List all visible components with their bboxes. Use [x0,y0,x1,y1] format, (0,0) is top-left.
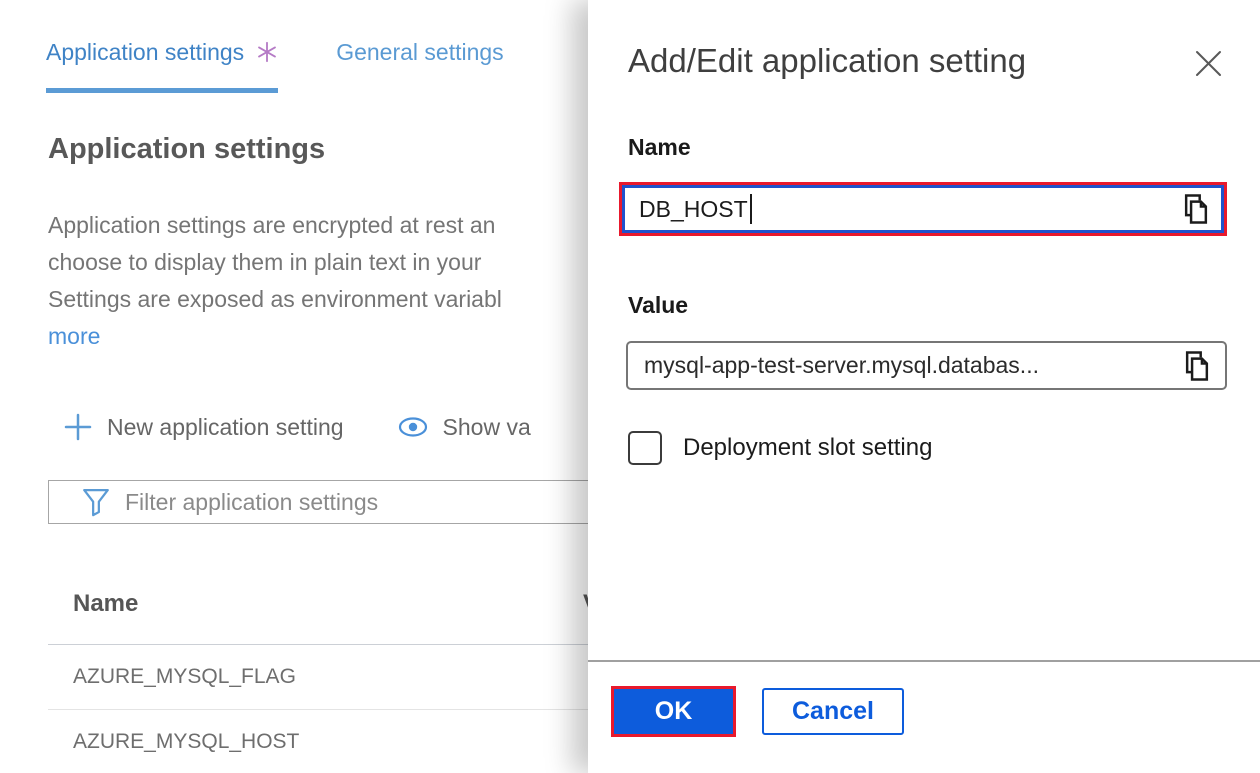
page-title: Application settings [48,133,325,166]
description-line: Settings are exposed as environment vari… [48,281,502,318]
settings-toolbar: New application setting Show va [64,413,531,441]
settings-tabs: Application settings General settings [46,38,504,93]
new-application-setting-button[interactable]: New application setting [64,413,344,441]
new-application-setting-label: New application setting [107,414,344,441]
app-settings-screen: Application settings General settings A [0,0,1260,773]
add-edit-setting-panel: Add/Edit application setting Name DB_HOS… [588,0,1260,773]
name-field-highlight: DB_HOST [619,182,1227,236]
column-header-name: Name [73,590,138,618]
tab-application-settings-label: Application settings [46,38,244,66]
tab-general-settings-label: General settings [336,38,503,66]
deployment-slot-setting-row: Deployment slot setting [628,431,932,465]
value-field-label: Value [628,292,688,319]
copy-name-button[interactable] [1181,193,1211,225]
name-input-value: DB_HOST [639,196,748,223]
cancel-button[interactable]: Cancel [762,688,904,735]
filter-icon [81,487,111,518]
copy-icon [1182,350,1212,382]
panel-title: Add/Edit application setting [628,42,1026,80]
description-line: Application settings are encrypted at re… [48,207,502,244]
name-field-label: Name [628,134,691,161]
plus-icon [64,413,92,441]
panel-footer-buttons: OK Cancel [611,686,904,737]
close-button[interactable] [1195,50,1222,77]
tab-application-settings[interactable]: Application settings [46,38,278,93]
learn-more-link[interactable]: more [48,323,100,349]
unsaved-changes-icon [256,41,278,63]
filter-application-settings-input[interactable] [125,489,505,516]
value-input[interactable]: mysql-app-test-server.mysql.databas... [626,341,1227,390]
copy-icon [1181,193,1211,225]
copy-value-button[interactable] [1182,350,1212,382]
panel-footer-divider [588,660,1260,662]
panel-header: Add/Edit application setting [628,42,1222,80]
deployment-slot-checkbox[interactable] [628,431,662,465]
tab-general-settings[interactable]: General settings [336,38,503,88]
deployment-slot-checkbox-label[interactable]: Deployment slot setting [683,434,932,462]
ok-button[interactable]: OK [614,689,733,734]
description-line: choose to display them in plain text in … [48,244,502,281]
close-icon [1195,50,1222,77]
text-caret [750,194,752,224]
name-input[interactable]: DB_HOST [622,185,1224,233]
show-values-label: Show va [443,414,531,441]
settings-description: Application settings are encrypted at re… [48,207,502,355]
setting-name: AZURE_MYSQL_FLAG [73,665,296,689]
value-input-value: mysql-app-test-server.mysql.databas... [644,352,1039,379]
eye-icon [398,416,428,438]
show-values-button[interactable]: Show va [398,414,531,441]
filter-application-settings-box[interactable] [48,480,610,524]
ok-button-highlight: OK [611,686,736,737]
setting-name: AZURE_MYSQL_HOST [73,730,299,754]
